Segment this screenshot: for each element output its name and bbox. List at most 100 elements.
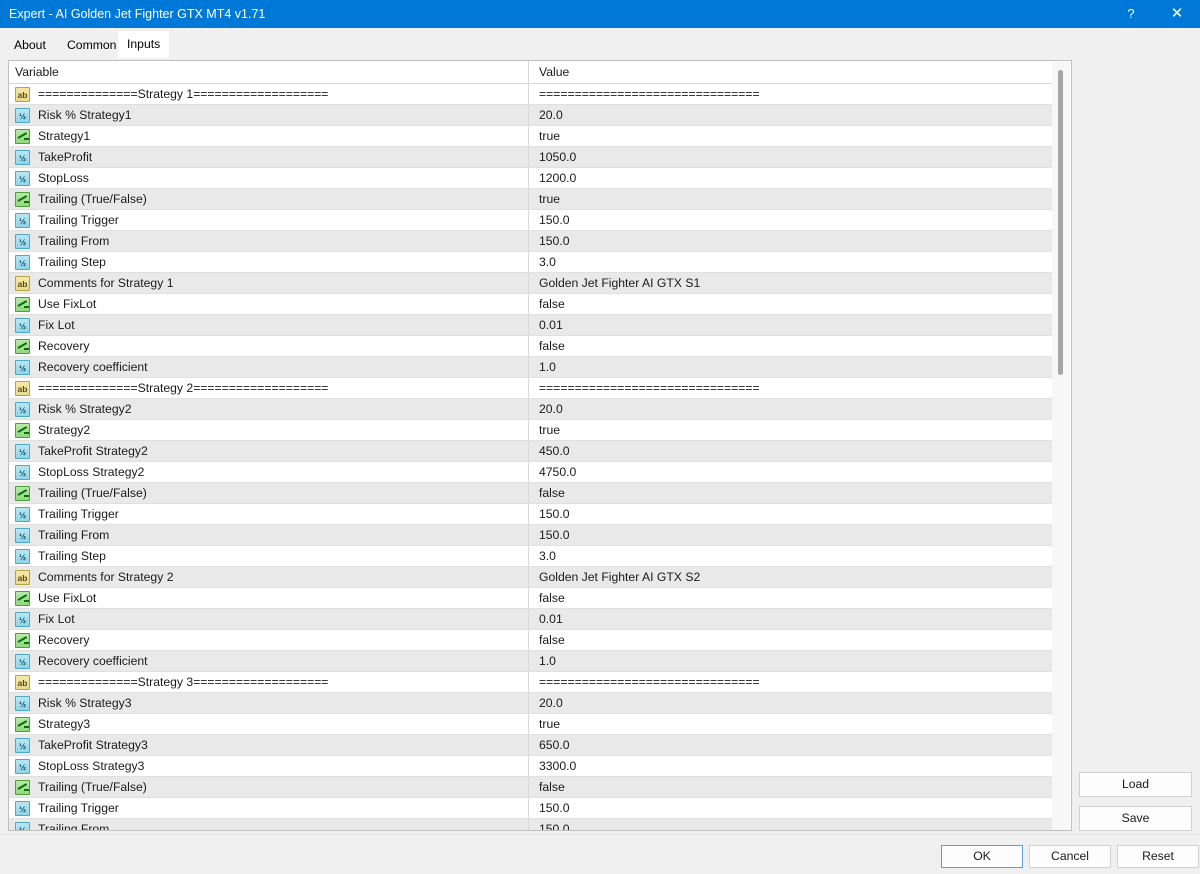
- help-icon[interactable]: ?: [1108, 0, 1154, 28]
- value-cell[interactable]: ===============================: [528, 378, 1053, 398]
- value-cell[interactable]: false: [528, 483, 1053, 503]
- table-row[interactable]: Strategy3 true: [9, 714, 1053, 735]
- table-row[interactable]: Strategy1 true: [9, 126, 1053, 147]
- value-cell[interactable]: Golden Jet Fighter AI GTX S2: [528, 567, 1053, 587]
- scrollbar-thumb[interactable]: [1058, 70, 1063, 375]
- vertical-scrollbar[interactable]: [1052, 62, 1070, 830]
- table-row[interactable]: ½ TakeProfit Strategy2 450.0: [9, 441, 1053, 462]
- value-cell[interactable]: 150.0: [528, 525, 1053, 545]
- variable-label: Strategy2: [38, 423, 91, 437]
- load-button[interactable]: Load: [1079, 772, 1192, 797]
- value-cell[interactable]: ===============================: [528, 672, 1053, 692]
- inputs-grid-viewport[interactable]: Variable Value ab ==============Strategy 1=…: [9, 61, 1053, 830]
- bool-icon: [15, 485, 30, 501]
- table-row[interactable]: ab ==============Strategy 2==============…: [9, 378, 1053, 399]
- value-cell[interactable]: true: [528, 714, 1053, 734]
- table-row[interactable]: ab Comments for Strategy 1 Golden Jet Figh…: [9, 273, 1053, 294]
- variable-label: Trailing Trigger: [38, 801, 119, 815]
- value-cell[interactable]: false: [528, 294, 1053, 314]
- tab-about[interactable]: About: [5, 33, 55, 58]
- table-row[interactable]: Recovery false: [9, 336, 1053, 357]
- ok-button[interactable]: OK: [941, 845, 1023, 868]
- table-row[interactable]: ½ Fix Lot 0.01: [9, 315, 1053, 336]
- table-row[interactable]: ½ StopLoss Strategy3 3300.0: [9, 756, 1053, 777]
- value-cell[interactable]: 150.0: [528, 819, 1053, 830]
- table-row[interactable]: ½ Trailing Step 3.0: [9, 252, 1053, 273]
- table-row[interactable]: ½ Risk % Strategy3 20.0: [9, 693, 1053, 714]
- column-header-value[interactable]: Value: [528, 61, 1053, 83]
- variable-label: ==============Strategy 1================…: [38, 87, 329, 101]
- value-cell[interactable]: false: [528, 588, 1053, 608]
- table-row[interactable]: ½ Risk % Strategy1 20.0: [9, 105, 1053, 126]
- value-cell[interactable]: 0.01: [528, 315, 1053, 335]
- value-cell[interactable]: 20.0: [528, 399, 1053, 419]
- table-row[interactable]: ab Comments for Strategy 2 Golden Jet Figh…: [9, 567, 1053, 588]
- variable-cell: ab Comments for Strategy 2: [9, 567, 528, 587]
- value-cell[interactable]: 1.0: [528, 357, 1053, 377]
- value-cell[interactable]: 150.0: [528, 210, 1053, 230]
- table-row[interactable]: ½ Trailing From 150.0: [9, 231, 1053, 252]
- number-icon: ½: [15, 653, 30, 669]
- column-header-variable[interactable]: Variable: [9, 61, 528, 83]
- table-row[interactable]: ½ Recovery coefficient 1.0: [9, 357, 1053, 378]
- variable-cell: ½ TakeProfit Strategy2: [9, 441, 528, 461]
- save-button[interactable]: Save: [1079, 806, 1192, 831]
- value-cell[interactable]: true: [528, 126, 1053, 146]
- table-row[interactable]: ½ Recovery coefficient 1.0: [9, 651, 1053, 672]
- table-row[interactable]: ab ==============Strategy 1==============…: [9, 84, 1053, 105]
- table-row[interactable]: ½ Trailing Step 3.0: [9, 546, 1053, 567]
- table-row[interactable]: Trailing (True/False) false: [9, 483, 1053, 504]
- value-cell[interactable]: 650.0: [528, 735, 1053, 755]
- value-cell[interactable]: 150.0: [528, 798, 1053, 818]
- table-row[interactable]: ½ TakeProfit Strategy3 650.0: [9, 735, 1053, 756]
- value-cell[interactable]: 150.0: [528, 504, 1053, 524]
- variable-label: TakeProfit Strategy3: [38, 738, 148, 752]
- table-row[interactable]: Use FixLot false: [9, 294, 1053, 315]
- value-cell[interactable]: 3300.0: [528, 756, 1053, 776]
- value-cell[interactable]: false: [528, 336, 1053, 356]
- table-row[interactable]: Recovery false: [9, 630, 1053, 651]
- tab-inputs[interactable]: Inputs: [118, 31, 170, 58]
- value-cell[interactable]: false: [528, 777, 1053, 797]
- tab-common[interactable]: Common: [58, 33, 125, 58]
- value-cell[interactable]: 450.0: [528, 441, 1053, 461]
- table-row[interactable]: ½ Trailing Trigger 150.0: [9, 798, 1053, 819]
- value-cell[interactable]: 0.01: [528, 609, 1053, 629]
- table-row[interactable]: ½ StopLoss 1200.0: [9, 168, 1053, 189]
- variable-cell: ½ Risk % Strategy1: [9, 105, 528, 125]
- table-row[interactable]: Use FixLot false: [9, 588, 1053, 609]
- variable-cell: Trailing (True/False): [9, 483, 528, 503]
- table-row[interactable]: Trailing (True/False) false: [9, 777, 1053, 798]
- value-cell[interactable]: true: [528, 420, 1053, 440]
- table-row[interactable]: ab ==============Strategy 3==============…: [9, 672, 1053, 693]
- number-icon: ½: [15, 170, 30, 186]
- value-cell[interactable]: 20.0: [528, 693, 1053, 713]
- value-cell[interactable]: true: [528, 189, 1053, 209]
- reset-button[interactable]: Reset: [1117, 845, 1199, 868]
- value-cell[interactable]: 1200.0: [528, 168, 1053, 188]
- value-cell[interactable]: 4750.0: [528, 462, 1053, 482]
- table-row[interactable]: ½ Trailing From 150.0: [9, 525, 1053, 546]
- table-row[interactable]: Trailing (True/False) true: [9, 189, 1053, 210]
- table-row[interactable]: ½ Trailing From 150.0: [9, 819, 1053, 830]
- number-icon: ½: [15, 800, 30, 816]
- table-row[interactable]: ½ Fix Lot 0.01: [9, 609, 1053, 630]
- value-cell[interactable]: false: [528, 630, 1053, 650]
- value-cell[interactable]: ===============================: [528, 84, 1053, 104]
- value-cell[interactable]: Golden Jet Fighter AI GTX S1: [528, 273, 1053, 293]
- value-cell[interactable]: 20.0: [528, 105, 1053, 125]
- cancel-button[interactable]: Cancel: [1029, 845, 1111, 868]
- table-row[interactable]: ½ Risk % Strategy2 20.0: [9, 399, 1053, 420]
- close-icon[interactable]: ✕: [1154, 0, 1200, 28]
- table-row[interactable]: ½ TakeProfit 1050.0: [9, 147, 1053, 168]
- value-cell[interactable]: 3.0: [528, 252, 1053, 272]
- table-row[interactable]: ½ StopLoss Strategy2 4750.0: [9, 462, 1053, 483]
- value-cell[interactable]: 3.0: [528, 546, 1053, 566]
- table-row[interactable]: ½ Trailing Trigger 150.0: [9, 210, 1053, 231]
- table-row[interactable]: Strategy2 true: [9, 420, 1053, 441]
- value-cell[interactable]: 1050.0: [528, 147, 1053, 167]
- value-cell[interactable]: 1.0: [528, 651, 1053, 671]
- value-cell[interactable]: 150.0: [528, 231, 1053, 251]
- table-row[interactable]: ½ Trailing Trigger 150.0: [9, 504, 1053, 525]
- string-icon: ab: [15, 674, 30, 690]
